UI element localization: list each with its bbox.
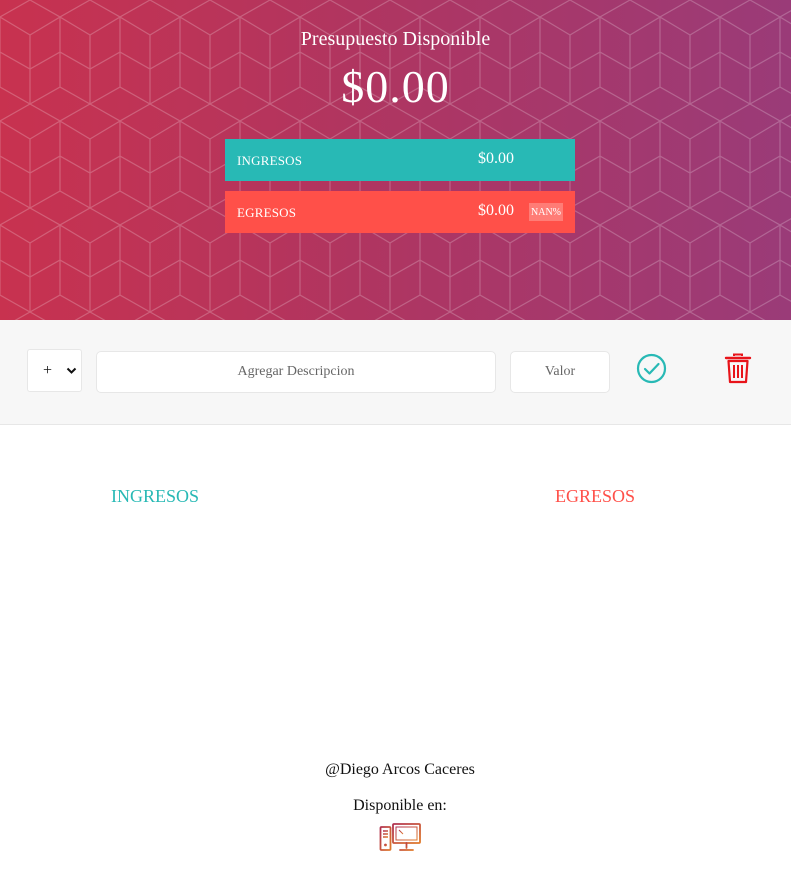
income-list-title: INGRESOS (111, 486, 200, 506)
expense-summary: EGRESOS $0.00 NAN% (225, 191, 575, 233)
trash-icon[interactable] (724, 353, 752, 384)
income-summary-label: INGRESOS (237, 153, 303, 168)
income-summary: INGRESOS $0.00 (225, 139, 575, 181)
author-credit: @Diego Arcos Caceres (325, 761, 475, 778)
available-budget-value: $0.00 (341, 61, 450, 112)
budget-header: Presupuesto Disponible $0.00 INGRESOS $0… (0, 0, 791, 320)
income-summary-value: $0.00 (478, 150, 514, 167)
expense-summary-label: EGRESOS (237, 205, 297, 220)
expense-summary-value: $0.00 (478, 202, 514, 219)
budget-title: Presupuesto Disponible (300, 28, 491, 50)
availability-label: Disponible en: (353, 797, 447, 814)
description-input[interactable]: Agregar Descripcion (96, 351, 496, 393)
check-circle-icon[interactable] (636, 353, 667, 384)
chevron-down-icon (66, 367, 77, 374)
add-entry-bar: + Agregar Descripcion Valor (0, 320, 791, 425)
value-input[interactable]: Valor (510, 351, 610, 393)
expense-percentage-badge: NAN% (529, 203, 563, 221)
entry-type-select[interactable]: + (27, 349, 82, 392)
expense-list-title: EGRESOS (555, 486, 636, 506)
entry-type-value: + (43, 362, 53, 379)
desktop-computer-icon (379, 823, 421, 851)
